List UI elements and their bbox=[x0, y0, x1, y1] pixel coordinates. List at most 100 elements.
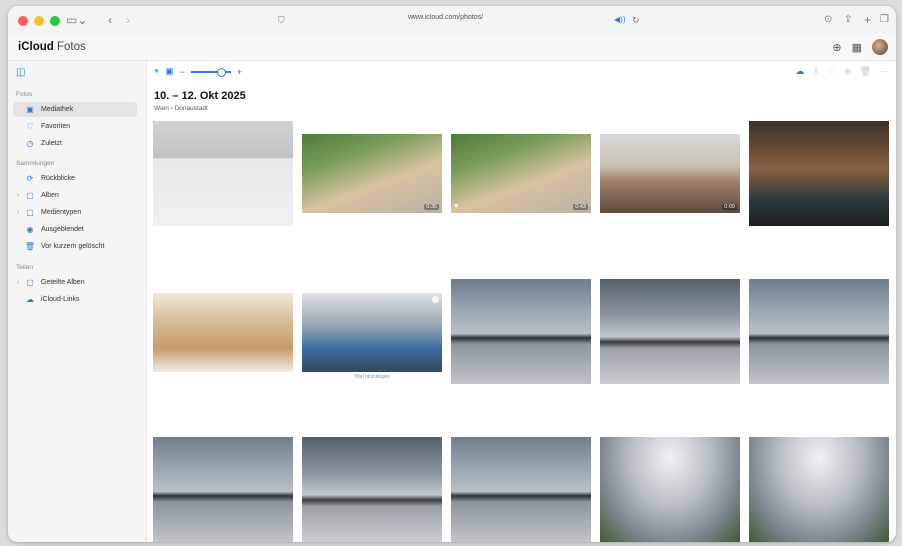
brand-icloud: iCloud bbox=[18, 41, 54, 53]
browser-toolbar: ▭⌄ ‹ › ⛉ www.icloud.com/photos/ ◀)) ↻ ⊙ … bbox=[8, 6, 896, 37]
tab-overview-icon[interactable]: ❐ bbox=[880, 12, 889, 28]
cloud-link-icon: ☁ bbox=[26, 295, 34, 304]
sidebar-item-label: Medientypen bbox=[41, 209, 82, 216]
zoom-window-button[interactable] bbox=[50, 16, 60, 26]
downloads-icon[interactable]: ⊙ bbox=[824, 12, 832, 28]
photo-thumbnail[interactable] bbox=[302, 293, 442, 372]
address-bar[interactable]: www.icloud.com/photos/ bbox=[408, 14, 483, 21]
photo-thumbnail[interactable] bbox=[153, 437, 293, 542]
moment-date-range: 10. – 12. Okt 2025 bbox=[154, 90, 246, 102]
chevron-right-icon[interactable]: › bbox=[13, 209, 23, 216]
app-grid-icon[interactable]: ▦ bbox=[852, 41, 862, 54]
section-title-fotos: Fotos bbox=[16, 91, 33, 98]
photo-thumbnail[interactable] bbox=[749, 279, 889, 384]
share-icon[interactable]: ⇪ bbox=[844, 12, 852, 28]
new-tab-icon[interactable]: + bbox=[864, 12, 871, 28]
share-icon[interactable]: ⇪ bbox=[812, 66, 820, 77]
sidebar-item-favoriten[interactable]: ♡ Favoriten bbox=[13, 119, 137, 134]
heart-icon: ♡ bbox=[26, 122, 34, 131]
photo-thumbnail[interactable] bbox=[153, 121, 293, 226]
sidebar-toggle-icon[interactable]: ▭⌄ bbox=[66, 12, 87, 28]
delete-icon[interactable]: 🗑︎ bbox=[860, 66, 871, 77]
video-duration: 0:43 bbox=[573, 204, 588, 210]
hidden-eye-icon: ◉ bbox=[26, 225, 34, 234]
sidebar-item-rueckblicke[interactable]: ⟳ Rückblicke bbox=[13, 171, 137, 186]
photo-thumbnail[interactable] bbox=[749, 121, 889, 226]
photo-thumbnail[interactable] bbox=[451, 279, 591, 384]
zoom-slider[interactable] bbox=[190, 67, 231, 77]
section-title-teilen: Teilen bbox=[16, 264, 33, 271]
zoom-slider-thumb[interactable] bbox=[216, 67, 226, 77]
photo-thumbnail[interactable] bbox=[302, 437, 442, 542]
media-types-icon: ▢ bbox=[26, 208, 34, 217]
select-icon[interactable]: ⌖ bbox=[154, 66, 159, 77]
sidebar-item-medientypen[interactable]: › ▢ Medientypen bbox=[13, 205, 137, 220]
privacy-shield-icon[interactable]: ⛉ bbox=[278, 12, 285, 28]
sidebar-item-geteilte-alben[interactable]: › ▢ Geteilte Alben bbox=[13, 275, 137, 290]
sidebar-item-ausgeblendet[interactable]: ◉ Ausgeblendet bbox=[13, 222, 137, 237]
action-toolbar: ☁ ⇪ ♡ ⊕ 🗑︎ ⋯ bbox=[795, 66, 888, 77]
browser-window: ▭⌄ ‹ › ⛉ www.icloud.com/photos/ ◀)) ↻ ⊙ … bbox=[8, 6, 896, 542]
zoom-in-icon[interactable]: + bbox=[237, 67, 242, 77]
sidebar-item-label: Ausgeblendet bbox=[41, 226, 84, 233]
video-thumbnail[interactable]: 0:35 bbox=[302, 134, 442, 213]
photo-library-view: ⌖ ▣ − + ☁ ⇪ ♡ ⊕ 🗑︎ ⋯ 10. – 12. Okt 2025 … bbox=[147, 61, 896, 542]
video-thumbnail[interactable]: ♥ 0:43 bbox=[451, 134, 591, 213]
sidebar-item-label: Vor kurzem gelöscht bbox=[41, 243, 105, 250]
reload-icon[interactable]: ↻ bbox=[632, 12, 640, 28]
window-controls bbox=[18, 16, 60, 26]
more-icon[interactable]: ⋯ bbox=[879, 66, 888, 77]
sidebar-item-label: Favoriten bbox=[41, 123, 71, 130]
moment-location[interactable]: Wien › Donaustadt bbox=[154, 105, 208, 112]
sidebar-item-label: Alben bbox=[41, 192, 59, 199]
add-title-link[interactable]: Titel hinzufügen bbox=[302, 374, 442, 380]
favorite-heart-icon: ♥ bbox=[454, 203, 459, 210]
view-mode-icon[interactable]: ▣ bbox=[165, 66, 174, 77]
photo-thumbnail[interactable] bbox=[451, 437, 591, 542]
add-icon[interactable]: ⊕ bbox=[832, 41, 841, 54]
sidebar-item-alben[interactable]: › ▢ Alben bbox=[13, 188, 137, 203]
zoom-out-icon[interactable]: − bbox=[180, 67, 185, 77]
shared-album-icon: ▢ bbox=[26, 278, 34, 287]
video-duration: 0:09 bbox=[722, 204, 737, 210]
sidebar-item-icloud-links[interactable]: ☁ iCloud-Links bbox=[13, 292, 137, 307]
sidebar-item-label: Mediathek bbox=[41, 106, 74, 113]
trash-icon: 🗑︎ bbox=[24, 242, 36, 251]
video-thumbnail[interactable]: 0:09 bbox=[600, 134, 740, 213]
sidebar-item-label: Rückblicke bbox=[41, 175, 75, 182]
memories-icon: ⟳ bbox=[26, 174, 34, 183]
app-header-actions: ⊕ ▦ bbox=[832, 39, 888, 55]
audio-icon[interactable]: ◀)) bbox=[614, 12, 625, 28]
upload-cloud-icon[interactable]: ☁ bbox=[795, 66, 804, 77]
favorite-icon[interactable]: ♡ bbox=[828, 66, 836, 77]
app-header: iCloud Fotos ⊕ ▦ bbox=[8, 36, 896, 61]
album-icon: ▢ bbox=[26, 191, 34, 200]
sidebar-item-label: Geteilte Alben bbox=[41, 279, 85, 286]
section-title-sammlungen: Sammlungen bbox=[16, 160, 55, 167]
clock-icon: ◷ bbox=[26, 139, 34, 148]
close-window-button[interactable] bbox=[18, 16, 28, 26]
view-toolbar: ⌖ ▣ − + bbox=[154, 66, 242, 77]
chevron-right-icon[interactable]: › bbox=[13, 279, 23, 286]
forward-icon[interactable]: › bbox=[126, 12, 130, 28]
back-icon[interactable]: ‹ bbox=[108, 12, 112, 28]
sidebar-item-label: iCloud-Links bbox=[41, 296, 80, 303]
minimize-window-button[interactable] bbox=[34, 16, 44, 26]
photo-thumbnail[interactable] bbox=[153, 293, 293, 372]
avatar[interactable] bbox=[872, 39, 888, 55]
chevron-right-icon[interactable]: › bbox=[13, 192, 23, 199]
app-brand[interactable]: iCloud Fotos bbox=[18, 41, 86, 53]
sidebar-toggle-icon[interactable]: ◫ bbox=[16, 67, 25, 78]
photo-thumbnail[interactable] bbox=[749, 437, 889, 542]
sidebar: ◫ Fotos ▣ Mediathek ♡ Favoriten ◷ Zuletz… bbox=[8, 61, 147, 542]
photo-thumbnail[interactable] bbox=[600, 279, 740, 384]
video-duration: 0:35 bbox=[424, 204, 439, 210]
photo-thumbnail[interactable] bbox=[600, 437, 740, 542]
sidebar-item-mediathek[interactable]: ▣ Mediathek bbox=[13, 102, 137, 117]
brand-fotos: Fotos bbox=[56, 41, 86, 53]
live-badge-icon bbox=[432, 296, 439, 303]
add-to-album-icon[interactable]: ⊕ bbox=[844, 66, 852, 77]
sidebar-item-label: Zuletzt bbox=[41, 140, 63, 147]
sidebar-item-vor-kurzem-geloescht[interactable]: 🗑︎ Vor kurzem gelöscht bbox=[13, 239, 137, 254]
sidebar-item-zuletzt[interactable]: ◷ Zuletzt bbox=[13, 136, 137, 151]
